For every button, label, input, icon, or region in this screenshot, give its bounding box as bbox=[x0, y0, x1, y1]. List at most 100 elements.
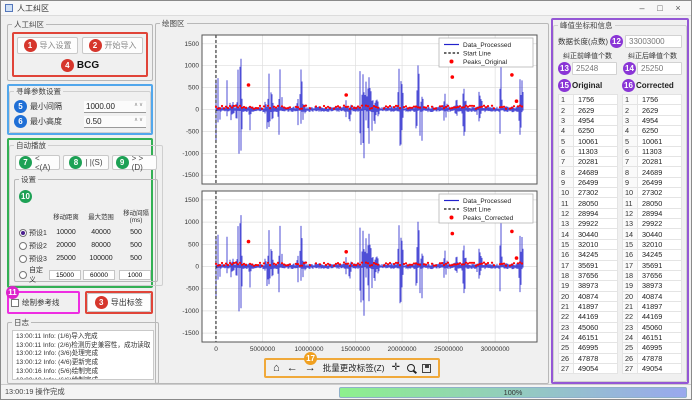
minimize-button[interactable]: – bbox=[633, 3, 651, 13]
peak-index-cell: 10 bbox=[622, 188, 638, 198]
peak-row[interactable]: 611303 bbox=[558, 147, 618, 157]
peak-row[interactable]: 34954 bbox=[558, 116, 618, 126]
peak-row[interactable]: 1027302 bbox=[622, 188, 682, 198]
play-forward-button[interactable]: 9 > >(D) bbox=[112, 155, 157, 170]
before-count-field[interactable]: 25248 bbox=[572, 62, 617, 75]
peak-index-cell: 25 bbox=[622, 343, 638, 353]
peak-row[interactable]: 2749054 bbox=[558, 364, 618, 374]
original-table-body[interactable]: 1175622629349544625051006161130372028182… bbox=[558, 94, 618, 377]
preset-radio[interactable] bbox=[19, 271, 27, 279]
maximize-button[interactable]: □ bbox=[651, 3, 669, 13]
peak-row[interactable]: 1634245 bbox=[558, 250, 618, 260]
autoplay-settings-group: 设置 10 移动距离 最大范围 移动间隔(ms) 预设1100004000050… bbox=[14, 174, 158, 282]
peak-row[interactable]: 2040874 bbox=[622, 292, 682, 302]
peak-row[interactable]: 1228994 bbox=[558, 209, 618, 219]
peak-row[interactable]: 2141897 bbox=[622, 302, 682, 312]
peak-index-cell: 6 bbox=[622, 147, 638, 157]
peak-row[interactable]: 2546995 bbox=[558, 343, 618, 353]
start-import-button[interactable]: 2 开始导入 bbox=[82, 37, 143, 54]
peak-row[interactable]: 824689 bbox=[622, 167, 682, 177]
peak-row[interactable]: 1430440 bbox=[622, 229, 682, 239]
pan-icon[interactable]: ✛ bbox=[392, 363, 400, 373]
peak-row[interactable]: 2446151 bbox=[558, 333, 618, 343]
after-count-label: 纠正后峰值个数 bbox=[623, 51, 682, 61]
peak-row[interactable]: 611303 bbox=[622, 147, 682, 157]
peak-row[interactable]: 22629 bbox=[558, 105, 618, 115]
min-interval-spinner[interactable]: 1000.00 ∧∨ bbox=[84, 101, 146, 113]
peak-row[interactable]: 1329922 bbox=[558, 219, 618, 229]
peak-row[interactable]: 2647878 bbox=[622, 354, 682, 364]
batch-edit-labels-button[interactable]: 批量更改标签(Z) bbox=[323, 362, 385, 374]
peak-row[interactable]: 11756 bbox=[558, 95, 618, 105]
peak-row[interactable]: 1430440 bbox=[558, 229, 618, 239]
peak-row[interactable]: 1532010 bbox=[622, 240, 682, 250]
peak-row[interactable]: 2749054 bbox=[622, 364, 682, 374]
peak-row[interactable]: 46250 bbox=[558, 126, 618, 136]
corrected-table-body[interactable]: 1175622629349544625051006161130372028182… bbox=[622, 94, 682, 377]
pause-button[interactable]: 8 | |(S) bbox=[63, 155, 108, 170]
preset-radio[interactable] bbox=[19, 242, 27, 250]
peak-value-cell: 4954 bbox=[638, 116, 682, 126]
save-icon[interactable] bbox=[422, 364, 431, 373]
peak-row[interactable]: 22629 bbox=[622, 105, 682, 115]
peak-row[interactable]: 1938973 bbox=[558, 281, 618, 291]
peak-row[interactable]: 1228994 bbox=[622, 209, 682, 219]
custom-value-input[interactable] bbox=[49, 270, 81, 280]
peak-row[interactable]: 510061 bbox=[622, 136, 682, 146]
peak-row[interactable]: 720281 bbox=[558, 157, 618, 167]
peak-row[interactable]: 1532010 bbox=[558, 240, 618, 250]
home-icon[interactable]: ⌂ bbox=[273, 363, 280, 374]
preset-radio[interactable] bbox=[19, 229, 27, 237]
peak-row[interactable]: 2244169 bbox=[558, 312, 618, 322]
data-length-field[interactable]: 33003000 bbox=[625, 35, 682, 48]
peak-row[interactable]: 2446151 bbox=[622, 333, 682, 343]
peak-row[interactable]: 1735691 bbox=[622, 261, 682, 271]
peak-row[interactable]: 510061 bbox=[558, 136, 618, 146]
peak-row[interactable]: 926499 bbox=[622, 178, 682, 188]
peak-row[interactable]: 1735691 bbox=[558, 261, 618, 271]
peak-row[interactable]: 1938973 bbox=[622, 281, 682, 291]
peak-value-cell: 10061 bbox=[638, 136, 682, 146]
log-area[interactable]: 13:00:11 Info: (1/6)导入完成13:00:11 Info: (… bbox=[12, 330, 154, 380]
peak-row[interactable]: 2345060 bbox=[558, 323, 618, 333]
peak-row[interactable]: 2244169 bbox=[622, 312, 682, 322]
peak-row[interactable]: 1634245 bbox=[622, 250, 682, 260]
chart-corrected-peaks[interactable]: 150010005000-500-1000-150005000000100000… bbox=[162, 187, 542, 356]
custom-value-input[interactable] bbox=[119, 270, 151, 280]
manual-group-title: 人工纠区 bbox=[12, 19, 46, 30]
peak-row[interactable]: 720281 bbox=[622, 157, 682, 167]
peak-row[interactable]: 2647878 bbox=[558, 354, 618, 364]
presets-table: 移动距离 最大范围 移动间隔(ms) 预设11000040000500预设220… bbox=[19, 208, 153, 278]
spinner-arrows-icon[interactable]: ∧∨ bbox=[134, 118, 144, 124]
peak-row[interactable]: 2345060 bbox=[622, 323, 682, 333]
preset-radio[interactable] bbox=[19, 255, 27, 263]
close-button[interactable]: × bbox=[669, 3, 687, 13]
after-count-field[interactable]: 25250 bbox=[637, 62, 682, 75]
zoom-icon[interactable] bbox=[407, 364, 415, 372]
spinner-arrows-icon[interactable]: ∧∨ bbox=[134, 103, 144, 109]
min-height-spinner[interactable]: 0.50 ∧∨ bbox=[84, 116, 146, 128]
import-settings-button[interactable]: 1 导入设置 bbox=[17, 37, 78, 54]
custom-value-input[interactable] bbox=[83, 270, 115, 280]
peak-row[interactable]: 46250 bbox=[622, 126, 682, 136]
reference-line-checkbox[interactable] bbox=[11, 299, 19, 307]
peak-row[interactable]: 2546995 bbox=[622, 343, 682, 353]
peak-row[interactable]: 824689 bbox=[558, 167, 618, 177]
peak-index-cell: 20 bbox=[558, 292, 574, 302]
peak-row[interactable]: 2141897 bbox=[558, 302, 618, 312]
peak-row[interactable]: 1128050 bbox=[622, 198, 682, 208]
back-icon[interactable]: ← bbox=[287, 363, 298, 374]
peak-row[interactable]: 1128050 bbox=[558, 198, 618, 208]
peak-row[interactable]: 926499 bbox=[558, 178, 618, 188]
export-labels-button[interactable]: 3 导出标签 bbox=[87, 293, 152, 312]
chart-original-peaks[interactable]: 150010005000-500-1000-1500Data_Processed… bbox=[162, 31, 542, 187]
peak-row[interactable]: 2040874 bbox=[558, 292, 618, 302]
peak-row[interactable]: 1329922 bbox=[622, 219, 682, 229]
play-backward-button[interactable]: 7 < <(A) bbox=[15, 155, 60, 170]
peak-row[interactable]: 34954 bbox=[622, 116, 682, 126]
peak-row[interactable]: 1027302 bbox=[558, 188, 618, 198]
peak-row[interactable]: 11756 bbox=[622, 95, 682, 105]
peak-row[interactable]: 1837656 bbox=[558, 271, 618, 281]
peak-row[interactable]: 1837656 bbox=[622, 271, 682, 281]
peak-index-cell: 27 bbox=[558, 364, 574, 374]
